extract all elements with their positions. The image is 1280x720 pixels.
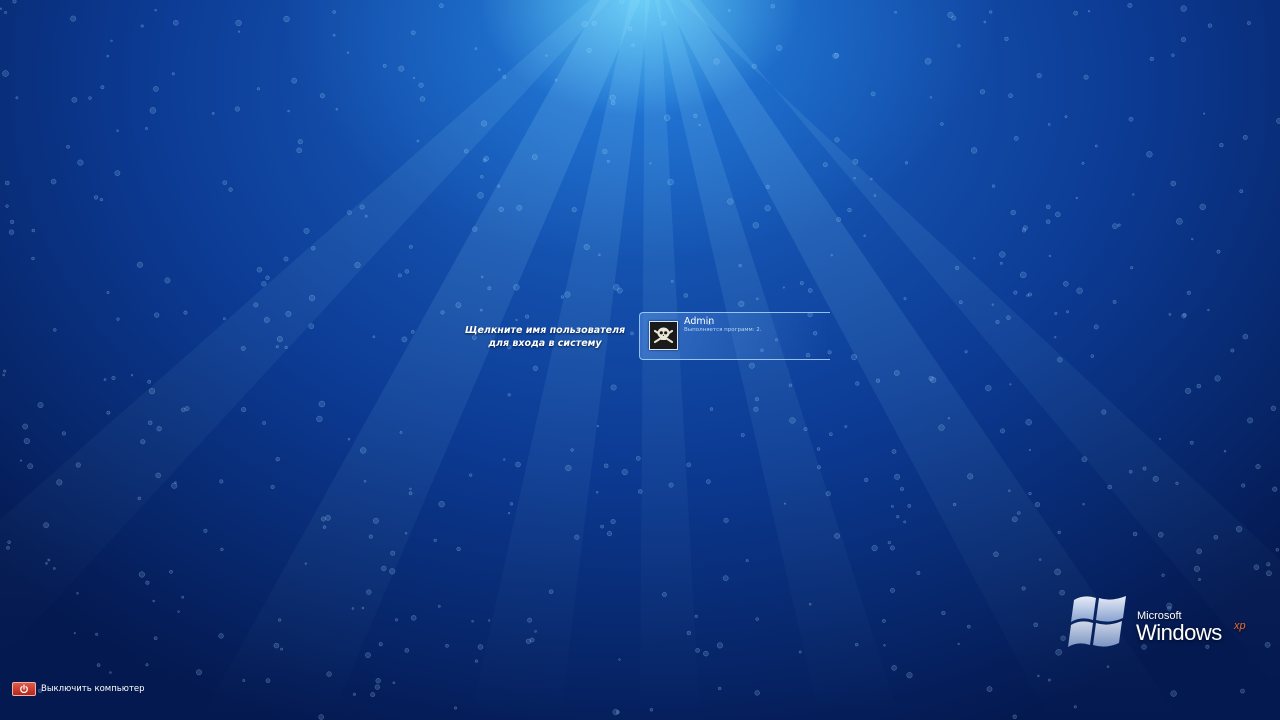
windows-flag-icon [1068,596,1126,647]
login-prompt-line1: Щелкните имя пользователя [464,325,626,336]
user-name: Admin [684,316,715,327]
shutdown-label: Выключить компьютер [41,684,145,694]
login-prompt-line2: для входа в систему [488,338,602,349]
logo-xp-text: xp [1234,620,1246,632]
power-icon[interactable] [12,682,36,696]
welcome-screen: Щелкните имя пользователя для входа в си… [0,0,1280,720]
logo-windows-text: Windows [1136,620,1222,645]
shutdown-button[interactable]: Выключить компьютер [12,682,145,696]
login-prompt: Щелкните имя пользователя для входа в си… [440,324,650,350]
skull-crossbones-icon [649,321,678,350]
user-tile-admin[interactable]: Admin Выполняется программ: 2. [639,312,830,360]
windows-xp-logo: Microsoft Windows xp [1066,592,1266,652]
user-status: Выполняется программ: 2. [684,327,762,333]
